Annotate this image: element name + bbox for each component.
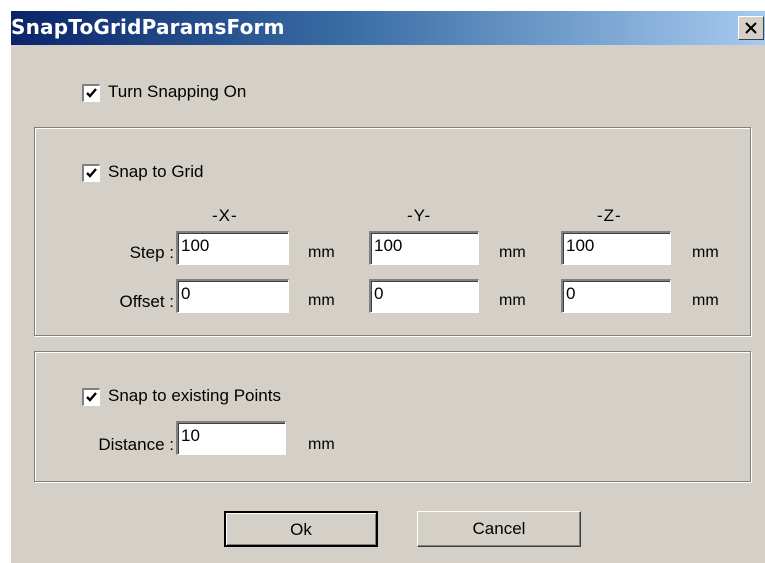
offset-x-unit: mm bbox=[308, 292, 335, 309]
window-title: SnapToGridParamsForm bbox=[11, 15, 285, 39]
step-x-unit: mm bbox=[308, 244, 335, 261]
turn-snapping-label: Turn Snapping On bbox=[108, 82, 247, 101]
snap-to-grid-checkbox-row[interactable]: Snap to Grid bbox=[82, 162, 282, 186]
distance-label: Distance : bbox=[98, 435, 174, 454]
axis-y-header: -Y- bbox=[407, 206, 432, 225]
snap-to-grid-label: Snap to Grid bbox=[108, 162, 204, 181]
turn-snapping-checkbox-row[interactable]: Turn Snapping On bbox=[82, 82, 342, 106]
axis-z-header: -Z- bbox=[597, 206, 622, 225]
checkmark-icon bbox=[86, 88, 97, 98]
step-label: Step : bbox=[129, 243, 174, 262]
checkmark-icon bbox=[86, 168, 97, 178]
offset-y-unit: mm bbox=[499, 292, 526, 309]
distance-unit: mm bbox=[308, 436, 335, 453]
distance-field[interactable]: 10 bbox=[176, 421, 286, 455]
snap-to-points-label: Snap to existing Points bbox=[108, 386, 281, 405]
step-z-field[interactable]: 100 bbox=[561, 231, 671, 265]
snap-to-grid-checkbox[interactable] bbox=[82, 164, 100, 182]
snap-to-points-group bbox=[34, 351, 751, 482]
offset-x-field[interactable]: 0 bbox=[176, 279, 289, 313]
step-y-field[interactable]: 100 bbox=[369, 231, 479, 265]
snap-to-points-checkbox-row[interactable]: Snap to existing Points bbox=[82, 386, 382, 410]
step-x-field[interactable]: 100 bbox=[176, 231, 289, 265]
close-icon bbox=[745, 22, 757, 34]
offset-y-field[interactable]: 0 bbox=[369, 279, 479, 313]
axis-x-header: -X- bbox=[212, 206, 238, 225]
offset-label: Offset : bbox=[119, 292, 175, 311]
turn-snapping-checkbox[interactable] bbox=[82, 84, 100, 102]
title-bar[interactable]: SnapToGridParamsForm bbox=[11, 11, 765, 45]
snap-to-points-checkbox[interactable] bbox=[82, 388, 100, 406]
ok-button[interactable]: Ok bbox=[224, 511, 378, 547]
step-y-unit: mm bbox=[499, 244, 526, 261]
offset-z-field[interactable]: 0 bbox=[561, 279, 671, 313]
cancel-button[interactable]: Cancel bbox=[417, 511, 581, 547]
dialog-window: SnapToGridParamsForm Turn Snapping On Sn… bbox=[10, 10, 765, 563]
step-z-unit: mm bbox=[692, 244, 719, 261]
offset-z-unit: mm bbox=[692, 292, 719, 309]
checkmark-icon bbox=[86, 392, 97, 402]
close-button[interactable] bbox=[738, 16, 764, 40]
